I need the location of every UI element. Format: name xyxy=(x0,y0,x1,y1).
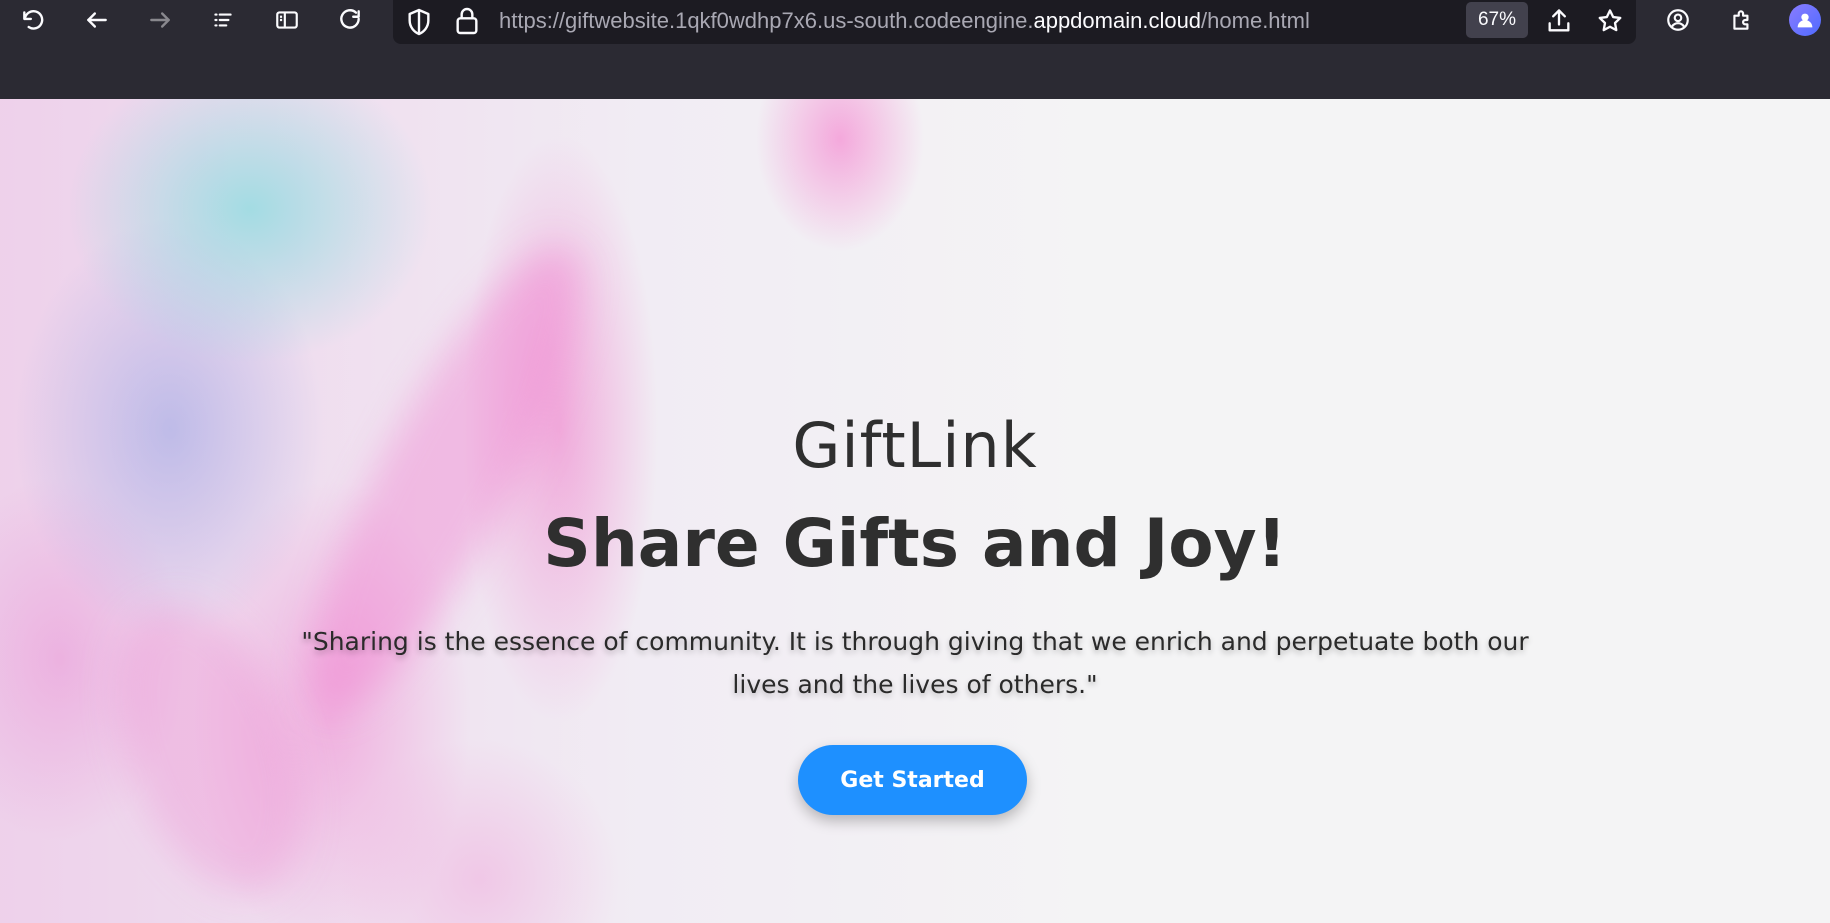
hero-headline: Share Gifts and Joy! xyxy=(543,505,1287,582)
brand-title: GiftLink xyxy=(792,409,1038,482)
share-icon[interactable] xyxy=(1537,2,1581,40)
account-icon[interactable] xyxy=(1656,0,1700,40)
profile-avatar-icon[interactable] xyxy=(1789,4,1821,36)
get-started-button[interactable]: Get Started xyxy=(798,745,1027,815)
url-path: /home.html xyxy=(1201,8,1310,33)
hero-section: GiftLink Share Gifts and Joy! "Sharing i… xyxy=(0,99,1830,923)
hero-quote: "Sharing is the essence of community. It… xyxy=(301,627,1529,699)
back-arrow-icon[interactable] xyxy=(75,0,119,40)
url-host: appdomain.cloud xyxy=(1033,8,1202,33)
browser-toolbar: https://giftwebsite.1qkf0wdhp7x6.us-sout… xyxy=(0,0,1830,99)
forward-arrow-icon[interactable] xyxy=(138,0,182,40)
sidebar-icon[interactable] xyxy=(265,0,309,40)
list-all-tabs-icon[interactable] xyxy=(201,0,245,40)
extensions-puzzle-icon[interactable] xyxy=(1720,0,1764,40)
undo-icon[interactable] xyxy=(11,0,55,40)
address-bar[interactable]: https://giftwebsite.1qkf0wdhp7x6.us-sout… xyxy=(393,0,1636,44)
page-viewport: GiftLink Share Gifts and Joy! "Sharing i… xyxy=(0,99,1830,923)
url-text[interactable]: https://giftwebsite.1qkf0wdhp7x6.us-sout… xyxy=(499,6,1310,36)
reload-icon[interactable] xyxy=(328,0,372,40)
padlock-icon[interactable] xyxy=(451,4,483,38)
star-bookmark-icon[interactable] xyxy=(1588,2,1632,40)
tracking-protection-shield-icon[interactable] xyxy=(403,6,435,38)
zoom-level-badge[interactable]: 67% xyxy=(1466,2,1528,38)
url-prefix: https://giftwebsite.1qkf0wdhp7x6.us-sout… xyxy=(499,8,1034,33)
